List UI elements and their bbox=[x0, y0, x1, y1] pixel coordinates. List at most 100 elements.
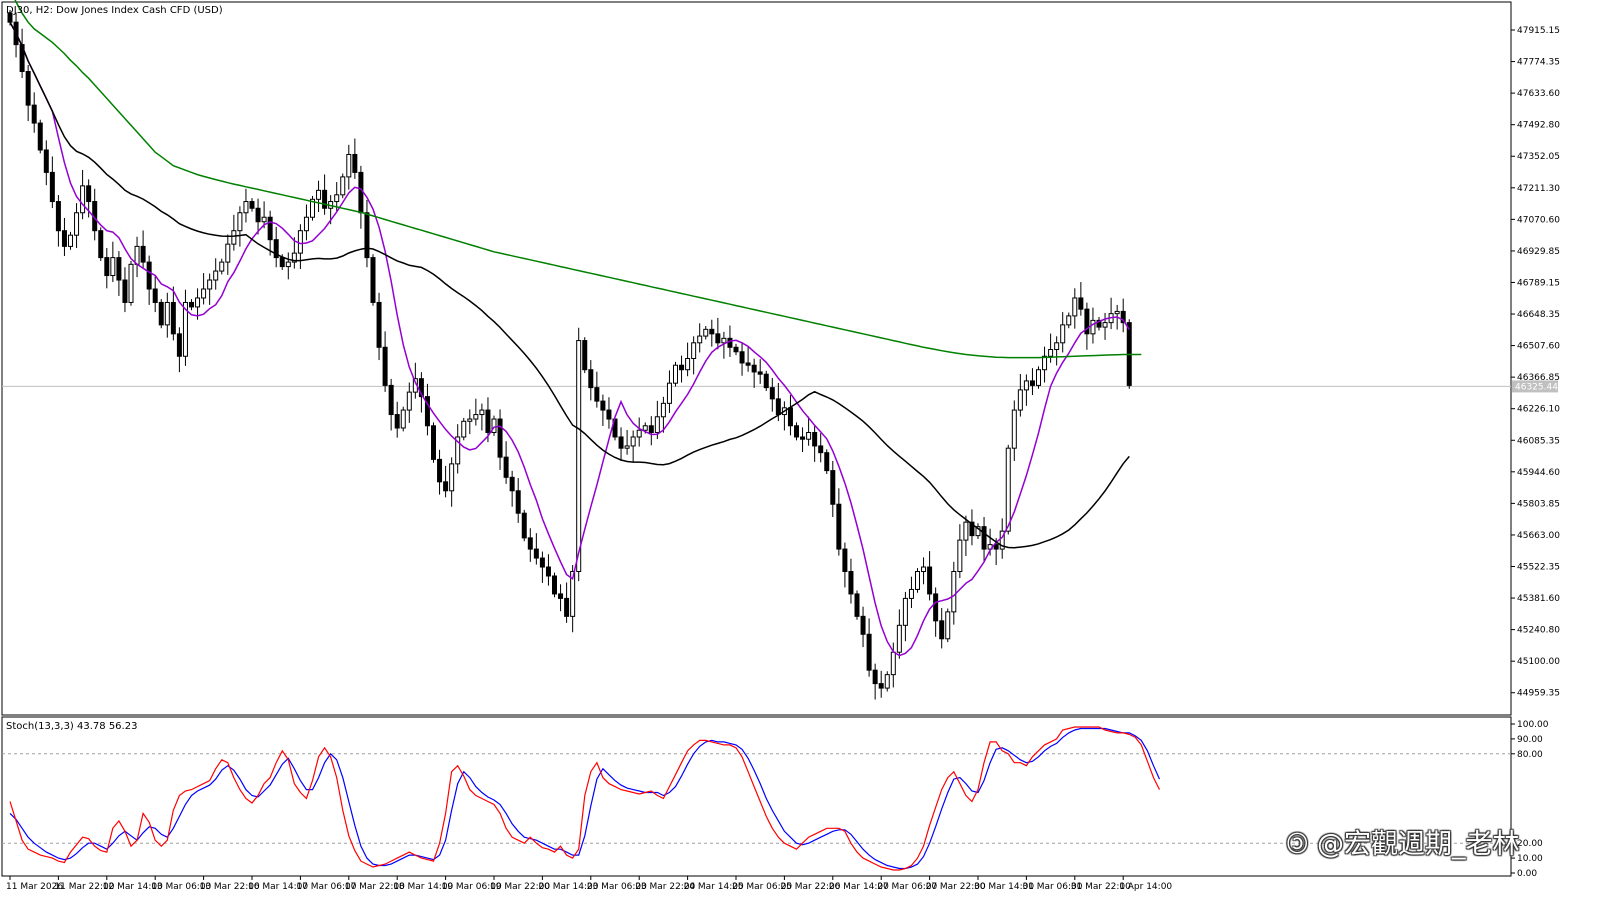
candle-bullish bbox=[110, 257, 116, 277]
candle-bullish bbox=[237, 212, 243, 232]
candle-bearish bbox=[818, 445, 824, 454]
candle-bullish bbox=[1042, 355, 1048, 371]
price-tick-label: 47070.60 bbox=[1517, 215, 1560, 225]
candle-bearish bbox=[388, 384, 394, 416]
candle-bullish bbox=[915, 571, 920, 590]
candle-bearish bbox=[152, 288, 158, 303]
stoch-tick-label: 0.00 bbox=[1517, 869, 1537, 879]
candle-bullish bbox=[297, 230, 303, 254]
candle-bearish bbox=[86, 185, 92, 203]
candle-bullish bbox=[890, 651, 896, 676]
candle-bullish bbox=[945, 611, 951, 640]
candle-bullish bbox=[1066, 315, 1072, 326]
candle-bullish bbox=[80, 185, 86, 214]
candle-bearish bbox=[830, 470, 836, 505]
candle-bullish bbox=[346, 153, 352, 178]
candle-bullish bbox=[128, 263, 134, 303]
candle-bearish bbox=[981, 526, 987, 550]
price-tick-label: 47633.60 bbox=[1517, 89, 1560, 99]
candle-bearish bbox=[176, 333, 182, 357]
candle-bullish bbox=[806, 431, 812, 440]
price-chart[interactable]: 47915.15 47774.35 47633.60 47492.80 47352.05… bbox=[0, 0, 1602, 915]
candle-bearish bbox=[61, 230, 67, 247]
price-tick-label: 46789.15 bbox=[1517, 278, 1560, 288]
candle-bearish bbox=[267, 216, 273, 241]
price-tick-label: 47915.15 bbox=[1517, 26, 1560, 36]
candle-bearish bbox=[437, 458, 443, 483]
candle-bullish bbox=[1036, 369, 1041, 386]
candle-bullish bbox=[467, 418, 473, 422]
candle-bearish bbox=[588, 369, 594, 389]
stoch-tick-label: 100.00 bbox=[1517, 720, 1549, 730]
candle-bullish bbox=[219, 261, 225, 272]
price-tick-label: 45100.00 bbox=[1517, 657, 1560, 667]
candle-bearish bbox=[485, 409, 491, 433]
candle-bullish bbox=[243, 201, 249, 214]
price-tick-label: 45944.60 bbox=[1517, 468, 1560, 478]
candle-bullish bbox=[303, 216, 309, 232]
candle-bullish bbox=[630, 436, 636, 447]
candle-bearish bbox=[98, 230, 104, 259]
candle-bullish bbox=[461, 420, 467, 438]
candle-bearish bbox=[600, 400, 606, 411]
candle-bearish bbox=[170, 301, 176, 335]
candle-bullish bbox=[449, 463, 455, 492]
candle-bearish bbox=[189, 301, 194, 308]
candle-bullish bbox=[703, 328, 709, 337]
candle-bearish bbox=[939, 620, 945, 640]
candle-bearish bbox=[715, 333, 721, 344]
candle-bullish bbox=[697, 335, 703, 344]
price-tick-label: 47492.80 bbox=[1517, 121, 1560, 131]
candle-bearish bbox=[824, 452, 830, 472]
candle-bearish bbox=[509, 476, 515, 492]
candle-bearish bbox=[679, 364, 685, 371]
price-tick-label: 45663.00 bbox=[1517, 531, 1560, 541]
candle-bearish bbox=[775, 398, 781, 416]
candle-bullish bbox=[642, 425, 648, 431]
candle-bearish bbox=[31, 104, 37, 124]
candle-bullish bbox=[340, 176, 346, 196]
candle-bullish bbox=[231, 230, 237, 245]
candle-bearish bbox=[394, 414, 400, 429]
candle-bullish bbox=[334, 194, 340, 203]
candle-bearish bbox=[1029, 380, 1035, 386]
candle-bearish bbox=[443, 481, 449, 492]
candle-bearish bbox=[739, 351, 745, 364]
price-tick-label: 47211.30 bbox=[1517, 184, 1560, 194]
candle-bullish bbox=[1102, 322, 1108, 328]
candle-bearish bbox=[564, 597, 570, 617]
candle-bearish bbox=[376, 301, 382, 348]
candle-bearish bbox=[140, 245, 146, 263]
candle-bearish bbox=[370, 257, 376, 303]
candle-bearish bbox=[860, 615, 866, 635]
candle-bullish bbox=[1023, 380, 1029, 391]
candle-bearish bbox=[43, 149, 49, 173]
candle-bullish bbox=[1060, 324, 1066, 344]
candle-bearish bbox=[582, 340, 588, 371]
chart-title: DJ30, H2: Dow Jones Index Cash CFD (USD) bbox=[6, 5, 223, 16]
candle-bearish bbox=[751, 364, 757, 373]
current-price-label: 46325.44 bbox=[1515, 382, 1558, 392]
candle-bearish bbox=[382, 346, 388, 386]
price-tick-label: 44959.35 bbox=[1517, 689, 1560, 699]
price-tick-label: 45240.80 bbox=[1517, 626, 1560, 636]
candle-bearish bbox=[757, 371, 763, 375]
candle-bullish bbox=[134, 245, 140, 265]
candle-bearish bbox=[594, 387, 600, 402]
candle-bullish bbox=[473, 414, 479, 420]
price-tick-label: 45381.60 bbox=[1517, 594, 1560, 604]
candle-bearish bbox=[358, 171, 364, 214]
stoch-tick-label: 80.00 bbox=[1517, 750, 1543, 760]
candle-bearish bbox=[927, 566, 933, 595]
candle-bearish bbox=[769, 387, 775, 400]
candle-bullish bbox=[636, 429, 642, 438]
candle-bullish bbox=[1005, 447, 1011, 532]
candle-bearish bbox=[552, 575, 557, 595]
candle-bearish bbox=[37, 122, 43, 151]
candle-bullish bbox=[963, 521, 969, 541]
candle-bearish bbox=[503, 456, 509, 478]
candle-bearish bbox=[648, 425, 654, 433]
candle-bullish bbox=[673, 364, 678, 384]
candle-bearish bbox=[122, 279, 128, 303]
candle-bullish bbox=[316, 189, 322, 200]
